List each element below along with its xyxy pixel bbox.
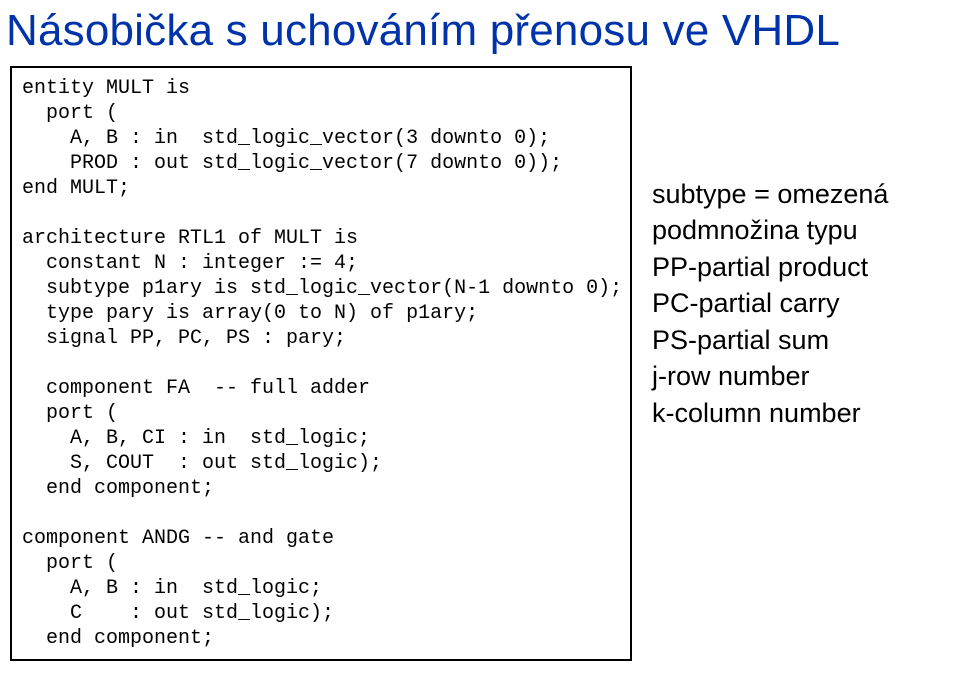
annotation-line: j-row number [652, 358, 888, 394]
annotation-line: subtype = omezená [652, 176, 888, 212]
annotation-line: PS-partial sum [652, 322, 888, 358]
annotation-column: subtype = omezená podmnožina typu PP-par… [632, 66, 888, 431]
annotation-line: PC-partial carry [652, 285, 888, 321]
annotation-line: PP-partial product [652, 249, 888, 285]
annotation-line: k-column number [652, 395, 888, 431]
slide-title: Násobička s uchováním přenosu ve VHDL [0, 0, 960, 56]
content-row: entity MULT is port ( A, B : in std_logi… [0, 56, 960, 661]
annotation-line: podmnožina typu [652, 212, 888, 248]
code-block: entity MULT is port ( A, B : in std_logi… [10, 66, 632, 661]
